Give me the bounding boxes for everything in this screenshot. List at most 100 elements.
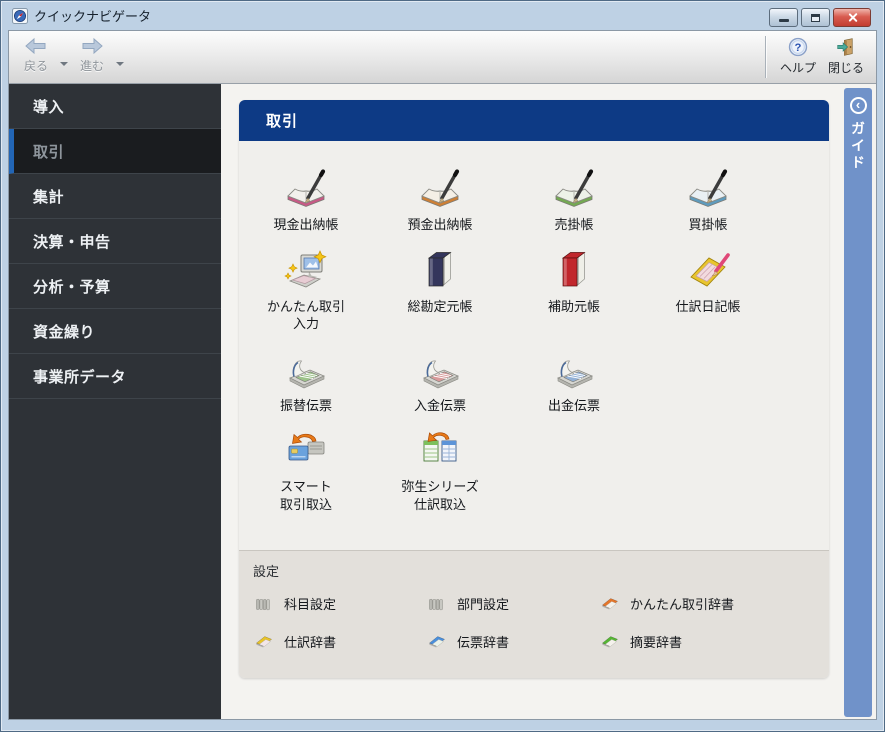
exit-door-icon xyxy=(837,38,853,56)
maximize-button[interactable] xyxy=(801,8,830,27)
sidebar: 導入 取引 集計 決算・申告 分析・予算 資金繰り 事業所データ xyxy=(9,84,221,719)
tile-accounts-receivable[interactable]: 売掛帳 xyxy=(507,166,641,234)
panel-header: 取引 xyxy=(239,100,829,141)
dictionary-icon xyxy=(601,636,619,648)
title-bar: クイックナビゲータ xyxy=(8,1,877,30)
setting-slip-dictionary[interactable]: 伝票辞書 xyxy=(426,630,599,652)
chevron-down-icon xyxy=(60,62,68,66)
tile-row: スマート 取引取込 弥生シリーズ 仕訳取込 xyxy=(239,428,829,513)
toolbar-separator xyxy=(765,36,766,78)
guide-tab[interactable]: ‹ ガイド xyxy=(844,88,872,717)
window-controls xyxy=(769,8,871,27)
sidebar-item-analysis[interactable]: 分析・予算 xyxy=(9,264,221,309)
help-icon: ? xyxy=(788,37,808,57)
settings-row: 仕訳辞書 伝票辞書 摘要辞書 xyxy=(253,630,829,652)
tile-label: 現金出納帳 xyxy=(273,217,339,232)
panel-body: 現金出納帳 預金出納帳 売掛帳 買掛帳 かんたん取引 入力 総勘定元帳 補助元帳… xyxy=(239,141,829,550)
ledger-pen-icon xyxy=(555,169,594,207)
tile-label: 振替伝票 xyxy=(279,397,332,413)
setting-label: 部門設定 xyxy=(457,596,510,612)
settings-header: 設定 xyxy=(253,564,280,579)
forward-label: 進む xyxy=(79,59,104,73)
sidebar-item-aggregation[interactable]: 集計 xyxy=(9,174,221,219)
dictionary-icon xyxy=(255,636,273,648)
tile-label: 総勘定元帳 xyxy=(407,298,473,314)
tile-label: 預金出納帳 xyxy=(407,217,473,232)
chevron-left-circle-icon: ‹ xyxy=(849,97,867,114)
tile-cash-book[interactable]: 現金出納帳 xyxy=(239,166,373,234)
tile-bank-book[interactable]: 預金出納帳 xyxy=(373,166,507,234)
main-region: 導入 取引 集計 決算・申告 分析・予算 資金繰り 事業所データ 取引 現金出納… xyxy=(9,84,876,719)
guide-label: ガイド xyxy=(850,121,866,172)
setting-label: 科目設定 xyxy=(284,596,337,612)
dictionary-icon xyxy=(428,636,446,648)
gray-books-icon xyxy=(429,598,443,611)
client-area: 戻る 進む ? ヘルプ 閉じる 導入 取引 集計 決算・申告 分析・予算 資金繰… xyxy=(8,30,877,720)
setting-label: 仕訳辞書 xyxy=(284,634,337,650)
sidebar-item-cashflow[interactable]: 資金繰り xyxy=(9,309,221,354)
tile-easy-entry[interactable]: かんたん取引 入力 xyxy=(239,248,373,333)
minimize-button[interactable] xyxy=(769,8,798,27)
setting-label: かんたん取引辞書 xyxy=(630,596,735,612)
tile-label: 出金伝票 xyxy=(547,397,600,413)
back-label: 戻る xyxy=(23,59,48,73)
help-label: ヘルプ xyxy=(779,61,816,75)
slip-pad-icon xyxy=(423,360,459,388)
back-dropdown[interactable] xyxy=(57,45,71,83)
tile-yayoi-series-import[interactable]: 弥生シリーズ 仕訳取込 xyxy=(373,428,507,513)
close-window-button[interactable] xyxy=(833,8,871,27)
tile-accounts-payable[interactable]: 買掛帳 xyxy=(641,166,775,234)
maximize-icon xyxy=(811,13,820,22)
sidebar-item-intro[interactable]: 導入 xyxy=(9,84,221,129)
tile-label: 売掛帳 xyxy=(554,217,594,232)
svg-text:?: ? xyxy=(795,42,802,54)
tile-row: 現金出納帳 預金出納帳 売掛帳 買掛帳 xyxy=(239,166,829,234)
help-button[interactable]: ? ヘルプ xyxy=(774,31,822,83)
setting-label: 伝票辞書 xyxy=(457,634,510,650)
chevron-down-icon xyxy=(116,62,124,66)
import-sheets-icon xyxy=(423,432,457,462)
tile-label: 弥生シリーズ 仕訳取込 xyxy=(401,479,479,512)
transactions-panel: 取引 現金出納帳 預金出納帳 売掛帳 買掛帳 かんたん取引 入力 総勘定元帳 補… xyxy=(239,100,829,678)
tile-label: 買掛帳 xyxy=(688,217,728,232)
tile-subsidiary-ledger[interactable]: 補助元帳 xyxy=(507,248,641,333)
import-cards-icon xyxy=(288,434,325,461)
sidebar-item-company-data[interactable]: 事業所データ xyxy=(9,354,221,399)
setting-account-setup[interactable]: 科目設定 xyxy=(253,592,426,614)
dictionary-icon xyxy=(601,598,619,610)
tile-general-ledger[interactable]: 総勘定元帳 xyxy=(373,248,507,333)
back-button[interactable]: 戻る xyxy=(15,31,57,83)
tile-payment-slip[interactable]: 出金伝票 xyxy=(507,347,641,415)
tile-label: 補助元帳 xyxy=(547,298,600,314)
forward-button[interactable]: 進む xyxy=(71,31,113,83)
settings-section: 設定 科目設定 部門設定 かんたん取引辞書 仕訳辞書 伝票辞書 摘要辞書 xyxy=(239,550,829,678)
content-area: 取引 現金出納帳 預金出納帳 売掛帳 買掛帳 かんたん取引 入力 総勘定元帳 補… xyxy=(221,84,876,719)
sidebar-item-transactions[interactable]: 取引 xyxy=(9,129,221,174)
tile-label: 入金伝票 xyxy=(413,397,466,413)
computer-sparkle-icon xyxy=(284,249,327,287)
tile-receipt-slip[interactable]: 入金伝票 xyxy=(373,347,507,415)
arrow-right-icon xyxy=(82,37,103,55)
tile-journal-book[interactable]: 仕訳日記帳 xyxy=(641,248,775,333)
setting-summary-dictionary[interactable]: 摘要辞書 xyxy=(599,630,772,652)
tile-label: スマート 取引取込 xyxy=(279,479,332,512)
standing-book-icon xyxy=(427,251,452,286)
tile-row: かんたん取引 入力 総勘定元帳 補助元帳 仕訳日記帳 xyxy=(239,248,829,333)
tile-row: 振替伝票 入金伝票 出金伝票 xyxy=(239,347,829,415)
toolbar: 戻る 進む ? ヘルプ 閉じる xyxy=(9,31,876,84)
close-icon xyxy=(847,12,858,23)
compass-app-icon xyxy=(12,7,28,24)
sidebar-item-settlement[interactable]: 決算・申告 xyxy=(9,219,221,264)
close-navigator-button[interactable]: 閉じる xyxy=(822,31,870,83)
setting-department-setup[interactable]: 部門設定 xyxy=(426,592,599,614)
notepad-pencil-icon xyxy=(690,252,730,287)
tile-label: 仕訳日記帳 xyxy=(675,298,741,314)
forward-dropdown[interactable] xyxy=(113,45,127,83)
ledger-pen-icon xyxy=(287,169,326,207)
standing-book-icon xyxy=(561,251,586,286)
tile-transfer-slip[interactable]: 振替伝票 xyxy=(239,347,373,415)
setting-journal-dictionary[interactable]: 仕訳辞書 xyxy=(253,630,426,652)
setting-easy-transaction-dictionary[interactable]: かんたん取引辞書 xyxy=(599,592,772,614)
tile-smart-import[interactable]: スマート 取引取込 xyxy=(239,428,373,513)
slip-pad-icon xyxy=(289,360,325,388)
